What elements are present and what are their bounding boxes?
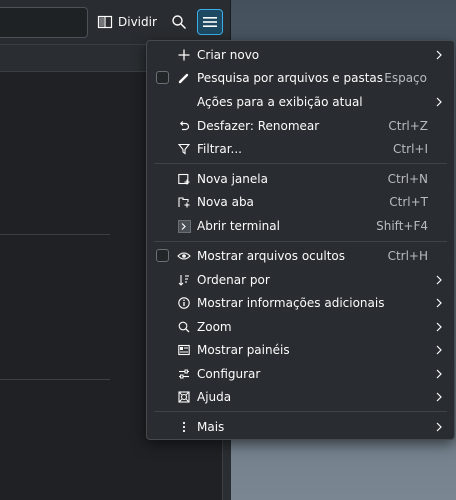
- new-window-icon: [176, 171, 192, 187]
- checkbox[interactable]: [156, 71, 169, 84]
- chevron-right-icon: [432, 367, 446, 381]
- menu-item-label: Ações para a exibição atual: [197, 95, 363, 109]
- menu-item-label: Mais: [197, 420, 225, 434]
- new-tab-icon: [176, 194, 192, 210]
- menu-item-label: Mostrar informações adicionais: [197, 296, 385, 310]
- shortcut-label: Ctrl+H: [387, 249, 428, 263]
- divider: [0, 234, 110, 235]
- menu-item-additional-info[interactable]: Mostrar informações adicionais: [147, 292, 454, 315]
- panels-icon: [176, 342, 192, 358]
- menu-item-label: Mostrar arquivos ocultos: [197, 249, 346, 263]
- help-icon: [176, 389, 192, 405]
- hamburger-menu-icon: [203, 16, 217, 28]
- menu-item-label: Desfazer: Renomear: [197, 119, 320, 133]
- chevron-right-icon: [432, 320, 446, 334]
- eye-icon: [176, 248, 192, 264]
- search-button[interactable]: [168, 10, 190, 34]
- menu-item-undo[interactable]: Desfazer: Renomear Ctrl+Z: [147, 115, 454, 138]
- chevron-right-icon: [432, 48, 446, 62]
- chevron-right-icon: [432, 343, 446, 357]
- menu-separator: [154, 411, 447, 412]
- menu-item-create-new[interactable]: Criar novo: [147, 44, 454, 67]
- shortcut-label: Ctrl+T: [389, 195, 428, 209]
- menu-item-search-files[interactable]: Pesquisa por arquivos e pastas Espaço: [147, 67, 454, 90]
- main-menu: Criar novo Pesquisa por arquivos e pasta…: [146, 40, 455, 440]
- pencil-search-icon: [176, 70, 192, 86]
- menu-item-help[interactable]: Ajuda: [147, 386, 454, 409]
- search-icon: [171, 14, 187, 30]
- menu-item-label: Filtrar...: [197, 142, 242, 156]
- shortcut-label: Ctrl+I: [393, 142, 428, 156]
- menu-item-configure[interactable]: Configurar: [147, 363, 454, 386]
- sort-icon: [176, 272, 192, 288]
- split-button[interactable]: Dividir: [93, 10, 161, 34]
- menu-item-label: Criar novo: [197, 48, 260, 62]
- menu-item-label: Ajuda: [197, 390, 232, 404]
- chevron-right-icon: [432, 296, 446, 310]
- split-view-icon: [97, 14, 113, 30]
- menu-item-show-panels[interactable]: Mostrar painéis: [147, 339, 454, 362]
- undo-icon: [176, 118, 192, 134]
- chevron-right-icon: [432, 420, 446, 434]
- shortcut-label: Ctrl+Z: [388, 119, 428, 133]
- hamburger-menu-button[interactable]: [197, 9, 223, 35]
- more-vertical-icon: [176, 419, 192, 435]
- configure-icon: [176, 366, 192, 382]
- menu-item-label: Ordenar por: [197, 273, 270, 287]
- shortcut-label: Espaço: [384, 71, 427, 85]
- menu-item-label: Zoom: [197, 320, 232, 334]
- menu-item-more[interactable]: Mais: [147, 416, 454, 439]
- zoom-icon: [176, 319, 192, 335]
- menu-item-new-window[interactable]: Nova janela Ctrl+N: [147, 168, 454, 191]
- shortcut-label: Ctrl+N: [387, 172, 428, 186]
- menu-item-label: Mostrar painéis: [197, 343, 290, 357]
- menu-item-show-hidden-files[interactable]: Mostrar arquivos ocultos Ctrl+H: [147, 245, 454, 268]
- menu-item-label: Pesquisa por arquivos e pastas: [197, 71, 383, 85]
- split-button-label: Dividir: [118, 15, 157, 29]
- chevron-right-icon: [432, 95, 446, 109]
- menu-item-label: Abrir terminal: [197, 219, 280, 233]
- terminal-icon: [176, 218, 192, 234]
- menu-item-label: Nova aba: [197, 195, 254, 209]
- menu-item-label: Nova janela: [197, 172, 268, 186]
- menu-item-new-tab[interactable]: Nova aba Ctrl+T: [147, 191, 454, 214]
- toolbar: Dividir: [0, 0, 230, 45]
- menu-item-label: Configurar: [197, 367, 261, 381]
- info-icon: [176, 295, 192, 311]
- chevron-right-icon: [432, 390, 446, 404]
- menu-item-sort-by[interactable]: Ordenar por: [147, 269, 454, 292]
- menu-separator: [154, 241, 447, 242]
- menu-item-filter[interactable]: Filtrar... Ctrl+I: [147, 138, 454, 161]
- menu-separator: [154, 163, 447, 164]
- chevron-right-icon: [432, 273, 446, 287]
- checkbox[interactable]: [156, 249, 169, 262]
- filter-icon: [176, 141, 192, 157]
- shortcut-label: Shift+F4: [376, 219, 428, 233]
- divider: [0, 379, 110, 380]
- plus-icon: [176, 47, 192, 63]
- menu-item-view-actions[interactable]: Ações para a exibição atual: [147, 91, 454, 114]
- location-field[interactable]: [0, 7, 88, 38]
- menu-item-open-terminal[interactable]: Abrir terminal Shift+F4: [147, 215, 454, 238]
- menu-item-zoom[interactable]: Zoom: [147, 316, 454, 339]
